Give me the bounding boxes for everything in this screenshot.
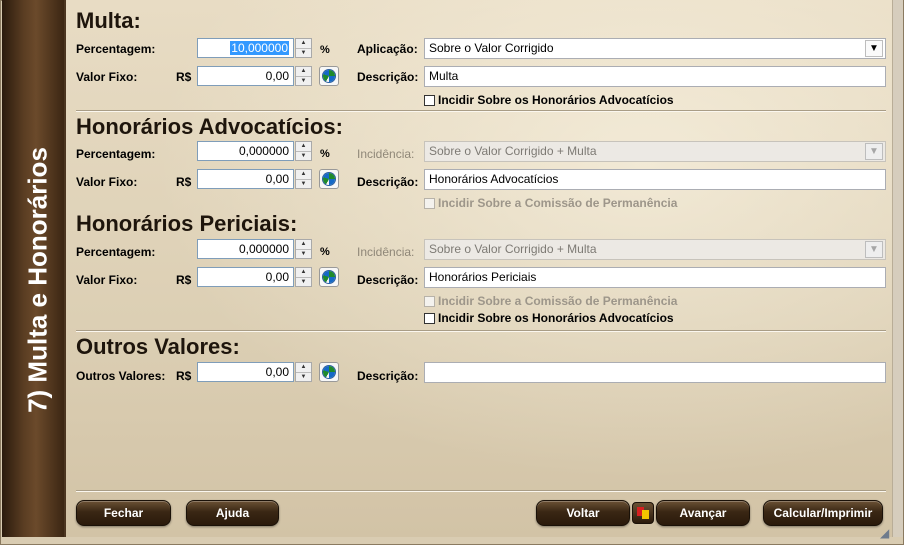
spin-down-icon[interactable]: ▼ xyxy=(296,373,311,382)
resize-grip-icon[interactable]: ◢ xyxy=(880,526,889,540)
divider xyxy=(76,330,886,332)
spin-up-icon[interactable]: ▲ xyxy=(296,142,311,152)
multa-heading: Multa: xyxy=(76,8,141,33)
calendar-icon[interactable] xyxy=(632,502,654,524)
checkbox-box[interactable] xyxy=(424,312,435,324)
honorarios-comissao-checkbox-label: Incidir Sobre a Comissão de Permanência xyxy=(438,196,678,210)
honorarios-desc-input[interactable]: Honorários Advocatícios xyxy=(424,169,886,190)
chevron-down-icon: ▼ xyxy=(865,143,883,160)
checkbox-box xyxy=(424,197,435,209)
periciais-percent-spinner[interactable]: ▲ ▼ xyxy=(295,239,312,259)
periciais-fixed-spinner[interactable]: ▲ ▼ xyxy=(295,267,312,287)
honorarios-incidence-select: Sobre o Valor Corrigido + Multa ▼ xyxy=(424,141,886,162)
periciais-comissao-checkbox-label: Incidir Sobre a Comissão de Permanência xyxy=(438,294,678,308)
checkbox-box xyxy=(424,295,435,307)
periciais-currency: R$ xyxy=(176,273,192,287)
multa-percent-symbol: % xyxy=(320,44,330,56)
outros-desc-input[interactable] xyxy=(424,362,886,383)
spin-up-icon[interactable]: ▲ xyxy=(296,67,311,77)
multa-fixed-label: Valor Fixo: xyxy=(76,70,138,84)
multa-currency: R$ xyxy=(176,70,192,84)
honorarios-incidence-value: Sobre o Valor Corrigido + Multa xyxy=(429,144,597,158)
multa-desc-label: Descrição: xyxy=(357,70,419,84)
next-button[interactable]: Avançar xyxy=(656,500,750,526)
calculator-icon[interactable] xyxy=(319,362,339,382)
multa-percent-spinner[interactable]: ▲ ▼ xyxy=(295,38,312,58)
outros-desc-label: Descrição: xyxy=(357,369,419,383)
outros-value-label: Outros Valores: xyxy=(76,369,166,383)
periciais-desc-label: Descrição: xyxy=(357,273,419,287)
multa-percent-input[interactable]: 10,000000 xyxy=(197,38,294,58)
back-button[interactable]: Voltar xyxy=(536,500,630,526)
spin-down-icon[interactable]: ▼ xyxy=(296,278,311,287)
honorarios-heading: Honorários Advocatícios: xyxy=(76,114,343,139)
multa-apply-value: Sobre o Valor Corrigido xyxy=(429,41,554,55)
spin-down-icon[interactable]: ▼ xyxy=(296,250,311,259)
calculator-icon[interactable] xyxy=(319,169,339,189)
honorarios-incidence-label: Incidência: xyxy=(357,147,415,161)
honorarios-comissao-checkbox: Incidir Sobre a Comissão de Permanência xyxy=(424,196,677,210)
vertical-scrollbar[interactable] xyxy=(892,0,903,537)
periciais-percent-label: Percentagem: xyxy=(76,245,156,259)
honorarios-percent-spinner[interactable]: ▲ ▼ xyxy=(295,141,312,161)
honorarios-desc-label: Descrição: xyxy=(357,175,419,189)
spin-up-icon[interactable]: ▲ xyxy=(296,268,311,278)
spin-up-icon[interactable]: ▲ xyxy=(296,170,311,180)
divider xyxy=(76,110,886,112)
multa-honorarios-checkbox[interactable]: Incidir Sobre os Honorários Advocatícios xyxy=(424,93,674,107)
calculator-icon[interactable] xyxy=(319,267,339,287)
multa-fixed-input[interactable]: 0,00 xyxy=(197,66,294,86)
help-button[interactable]: Ajuda xyxy=(186,500,279,526)
periciais-honorarios-checkbox-label: Incidir Sobre os Honorários Advocatícios xyxy=(438,311,674,325)
periciais-fixed-label: Valor Fixo: xyxy=(76,273,138,287)
calculate-print-button[interactable]: Calcular/Imprimir xyxy=(763,500,883,526)
calculator-icon[interactable] xyxy=(319,66,339,86)
sidebar-title: 7) Multa e Honorários xyxy=(22,147,53,413)
outros-value-spinner[interactable]: ▲ ▼ xyxy=(295,362,312,382)
periciais-percent-input[interactable]: 0,000000 xyxy=(197,239,294,259)
outros-currency: R$ xyxy=(176,369,192,383)
periciais-heading: Honorários Periciais: xyxy=(76,211,298,236)
honorarios-fixed-spinner[interactable]: ▲ ▼ xyxy=(295,169,312,189)
honorarios-percent-label: Percentagem: xyxy=(76,147,156,161)
multa-desc-input[interactable]: Multa xyxy=(424,66,886,87)
spin-up-icon[interactable]: ▲ xyxy=(296,363,311,373)
honorarios-fixed-label: Valor Fixo: xyxy=(76,175,138,189)
honorarios-fixed-input[interactable]: 0,00 xyxy=(197,169,294,189)
sidebar: 7) Multa e Honorários xyxy=(2,0,66,537)
checkbox-box[interactable] xyxy=(424,94,435,106)
multa-percent-label: Percentagem: xyxy=(76,42,156,56)
periciais-incidence-label: Incidência: xyxy=(357,245,415,259)
multa-honorarios-checkbox-label: Incidir Sobre os Honorários Advocatícios xyxy=(438,93,674,107)
spin-down-icon[interactable]: ▼ xyxy=(296,180,311,189)
periciais-desc-input[interactable]: Honorários Periciais xyxy=(424,267,886,288)
multa-fixed-spinner[interactable]: ▲ ▼ xyxy=(295,66,312,86)
honorarios-percent-symbol: % xyxy=(320,148,330,160)
close-button[interactable]: Fechar xyxy=(76,500,171,526)
periciais-incidence-value: Sobre o Valor Corrigido + Multa xyxy=(429,242,597,256)
multa-percent-value: 10,000000 xyxy=(230,41,289,55)
outros-heading: Outros Valores: xyxy=(76,334,240,359)
periciais-fixed-input[interactable]: 0,00 xyxy=(197,267,294,287)
periciais-comissao-checkbox: Incidir Sobre a Comissão de Permanência xyxy=(424,294,677,308)
multa-apply-label: Aplicação: xyxy=(357,42,418,56)
chevron-down-icon: ▼ xyxy=(865,241,883,258)
honorarios-percent-input[interactable]: 0,000000 xyxy=(197,141,294,161)
spin-up-icon[interactable]: ▲ xyxy=(296,39,311,49)
chevron-down-icon[interactable]: ▼ xyxy=(865,40,883,57)
periciais-percent-symbol: % xyxy=(320,246,330,258)
divider xyxy=(76,490,886,492)
spin-down-icon[interactable]: ▼ xyxy=(296,77,311,86)
spin-down-icon[interactable]: ▼ xyxy=(296,152,311,161)
periciais-honorarios-checkbox[interactable]: Incidir Sobre os Honorários Advocatícios xyxy=(424,311,674,325)
multa-apply-select[interactable]: Sobre o Valor Corrigido ▼ xyxy=(424,38,886,59)
spin-up-icon[interactable]: ▲ xyxy=(296,240,311,250)
outros-value-input[interactable]: 0,00 xyxy=(197,362,294,382)
spin-down-icon[interactable]: ▼ xyxy=(296,49,311,58)
periciais-incidence-select: Sobre o Valor Corrigido + Multa ▼ xyxy=(424,239,886,260)
honorarios-currency: R$ xyxy=(176,175,192,189)
